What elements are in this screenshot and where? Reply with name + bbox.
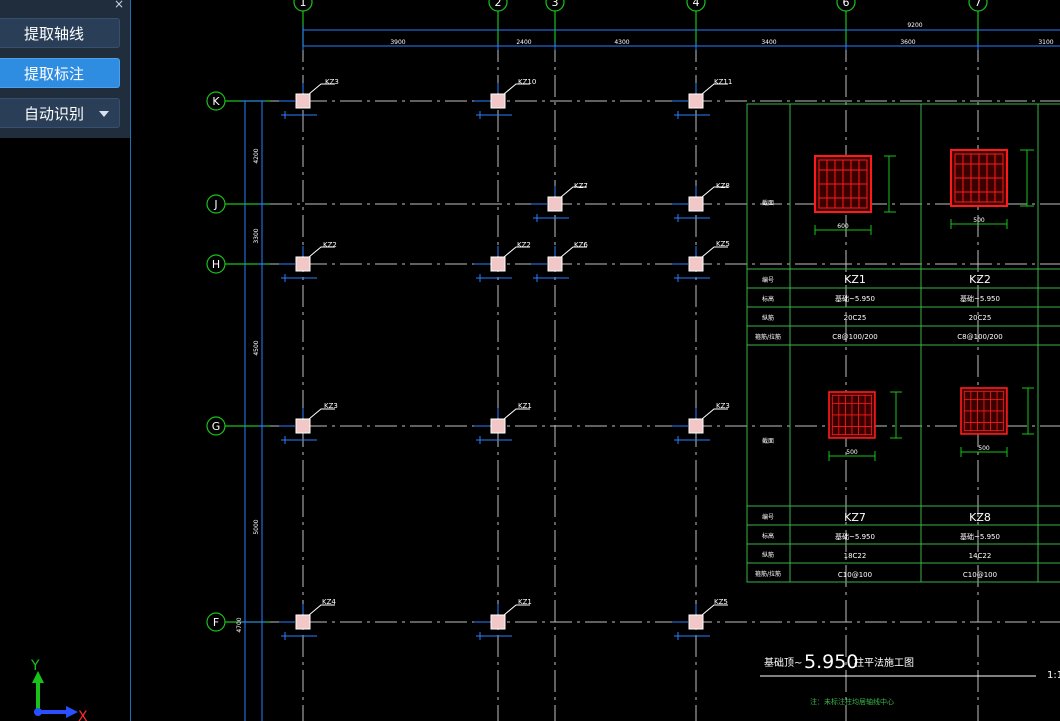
column-tag: KZ1 bbox=[518, 598, 532, 606]
dim-7-8: 3100 bbox=[1038, 39, 1053, 46]
column-sections bbox=[814, 149, 1034, 461]
ucs-axis-icon: Y X bbox=[30, 658, 88, 721]
column-tag: KZ3 bbox=[324, 402, 338, 410]
dim-f-left: 4700 bbox=[236, 617, 243, 632]
kz1-bars: 20C25 bbox=[844, 314, 867, 322]
section-dim: 600 bbox=[837, 223, 849, 230]
kz8-stirrup: C10@100 bbox=[963, 571, 997, 579]
column-tag: KZ5 bbox=[716, 240, 730, 248]
axis-label-col-2: 2 bbox=[495, 0, 502, 9]
ucs-x-label: X bbox=[78, 709, 88, 721]
section-dim: 500 bbox=[978, 445, 990, 452]
column-tag: KZ1 bbox=[518, 402, 532, 410]
table-row-label: 箍筋/拉筋 bbox=[755, 570, 781, 578]
axis-label-row-g: G bbox=[212, 420, 221, 433]
column-tag: KZ5 bbox=[714, 598, 728, 606]
kz1-name: KZ1 bbox=[844, 273, 866, 286]
column-markers bbox=[279, 83, 728, 640]
dim-2-3: 2400 bbox=[516, 39, 531, 46]
table-row-label: 纵筋 bbox=[762, 314, 774, 322]
kz1-stirrup: C8@100/200 bbox=[832, 333, 877, 341]
table-row-label: 纵筋 bbox=[762, 551, 774, 559]
kz2-bars: 20C25 bbox=[969, 314, 992, 322]
recognition-panel: × 提取轴线 提取标注 自动识别 bbox=[0, 0, 131, 138]
row-axis-bubbles bbox=[206, 91, 270, 632]
kz2-name: KZ2 bbox=[969, 273, 991, 286]
table-row-label: 编号 bbox=[762, 513, 774, 521]
dim-k-j: 4200 bbox=[253, 148, 260, 163]
table-row-label: 截面 bbox=[762, 199, 774, 207]
dim-total: 9200 bbox=[907, 22, 922, 29]
auto-recognize-label: 自动识别 bbox=[24, 105, 85, 123]
column-tag: KZ2 bbox=[323, 241, 337, 249]
dim-g-f: 5000 bbox=[253, 519, 260, 534]
kz7-bars: 18C22 bbox=[844, 552, 867, 560]
axis-label-col-4: 4 bbox=[693, 0, 700, 9]
extract-axis-button[interactable]: 提取轴线 bbox=[0, 18, 120, 48]
axis-label-row-h: H bbox=[212, 258, 220, 271]
column-tag: KZ8 bbox=[716, 182, 730, 190]
drawing-title-prefix: 基础顶~ bbox=[764, 656, 802, 669]
kz7-elev: 基础~5.950 bbox=[835, 532, 875, 541]
table-row-label: 箍筋/拉筋 bbox=[755, 333, 781, 341]
section-dim: 500 bbox=[846, 449, 858, 456]
axis-label-col-1: 1 bbox=[300, 0, 307, 9]
chevron-down-icon[interactable] bbox=[99, 111, 109, 117]
dim-3-4: 4300 bbox=[614, 39, 629, 46]
dim-6-7: 3600 bbox=[900, 39, 915, 46]
column-tag: KZ10 bbox=[518, 78, 536, 86]
column-tag: KZ6 bbox=[574, 241, 588, 249]
column-schedule-table bbox=[746, 103, 1060, 583]
kz1-elev: 基础~5.950 bbox=[835, 294, 875, 303]
column-tag: KZ4 bbox=[322, 598, 336, 606]
cad-canvas[interactable]: 1 2 3 4 6 7 K J H G F 9200 3900 2400 430… bbox=[131, 0, 1060, 721]
close-icon[interactable]: × bbox=[114, 0, 124, 11]
top-dimension-lines bbox=[302, 26, 1060, 50]
section-dim: 500 bbox=[973, 217, 985, 224]
column-tag: KZ3 bbox=[716, 402, 730, 410]
table-row-label: 编号 bbox=[762, 276, 774, 284]
column-tag: KZ11 bbox=[714, 78, 732, 86]
kz8-bars: 14C22 bbox=[969, 552, 992, 560]
axis-label-row-f: F bbox=[213, 616, 219, 629]
drawing-title-number: 5.950 bbox=[804, 651, 858, 673]
axis-label-col-6: 6 bbox=[843, 0, 850, 9]
left-dimension-lines bbox=[241, 100, 266, 721]
kz2-elev: 基础~5.950 bbox=[960, 294, 1000, 303]
table-row-label: 截面 bbox=[762, 437, 774, 445]
auto-recognize-button[interactable]: 自动识别 bbox=[0, 98, 120, 128]
drawing-scale: 1:1 bbox=[1047, 670, 1060, 681]
column-tag: KZ2 bbox=[517, 241, 531, 249]
ucs-y-label: Y bbox=[30, 658, 40, 674]
grid-lines bbox=[270, 40, 1060, 721]
drawing-note: 注：未标注柱均居轴线中心 bbox=[810, 697, 894, 706]
kz7-stirrup: C10@100 bbox=[838, 571, 872, 579]
column-tag: KZ7 bbox=[574, 182, 588, 190]
kz8-name: KZ8 bbox=[969, 511, 991, 524]
axis-label-row-j: J bbox=[213, 198, 217, 211]
axis-label-row-k: K bbox=[212, 95, 220, 108]
dim-1-2: 3900 bbox=[390, 39, 405, 46]
dim-j-h: 3300 bbox=[253, 228, 260, 243]
table-row-label: 标高 bbox=[762, 295, 774, 303]
dim-h-g: 4500 bbox=[253, 340, 260, 355]
extract-dimension-button[interactable]: 提取标注 bbox=[0, 58, 120, 88]
kz8-elev: 基础~5.950 bbox=[960, 532, 1000, 541]
drawing-title-suffix: 柱平法施工图 bbox=[854, 656, 914, 669]
dim-4-6: 3400 bbox=[761, 39, 776, 46]
kz7-name: KZ7 bbox=[844, 511, 866, 524]
axis-label-col-3: 3 bbox=[552, 0, 559, 9]
kz2-stirrup: C8@100/200 bbox=[957, 333, 1002, 341]
axis-label-col-7: 7 bbox=[975, 0, 982, 9]
column-tag: KZ3 bbox=[325, 78, 339, 86]
table-row-label: 标高 bbox=[762, 532, 774, 540]
